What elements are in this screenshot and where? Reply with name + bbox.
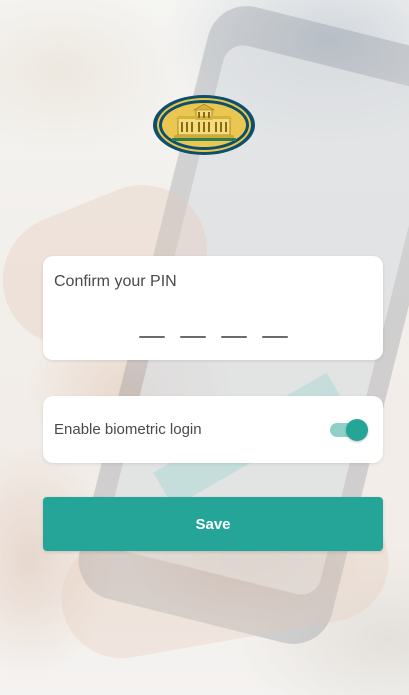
biometric-toggle[interactable] xyxy=(330,418,368,442)
pin-digit-slot[interactable] xyxy=(180,336,206,338)
pin-digit-slot[interactable] xyxy=(139,336,165,338)
pin-card: Confirm your PIN xyxy=(43,256,383,360)
save-button[interactable]: Save xyxy=(43,497,383,551)
pin-digit-slot[interactable] xyxy=(262,336,288,338)
biometric-label: Enable biometric login xyxy=(54,421,202,438)
pin-label: Confirm your PIN xyxy=(54,273,177,290)
toggle-switch-icon xyxy=(346,419,368,441)
pin-digit-slot[interactable] xyxy=(221,336,247,338)
pin-input[interactable] xyxy=(139,336,288,338)
biometric-card: Enable biometric login xyxy=(43,396,383,463)
bank-building-logo-icon xyxy=(152,94,256,156)
